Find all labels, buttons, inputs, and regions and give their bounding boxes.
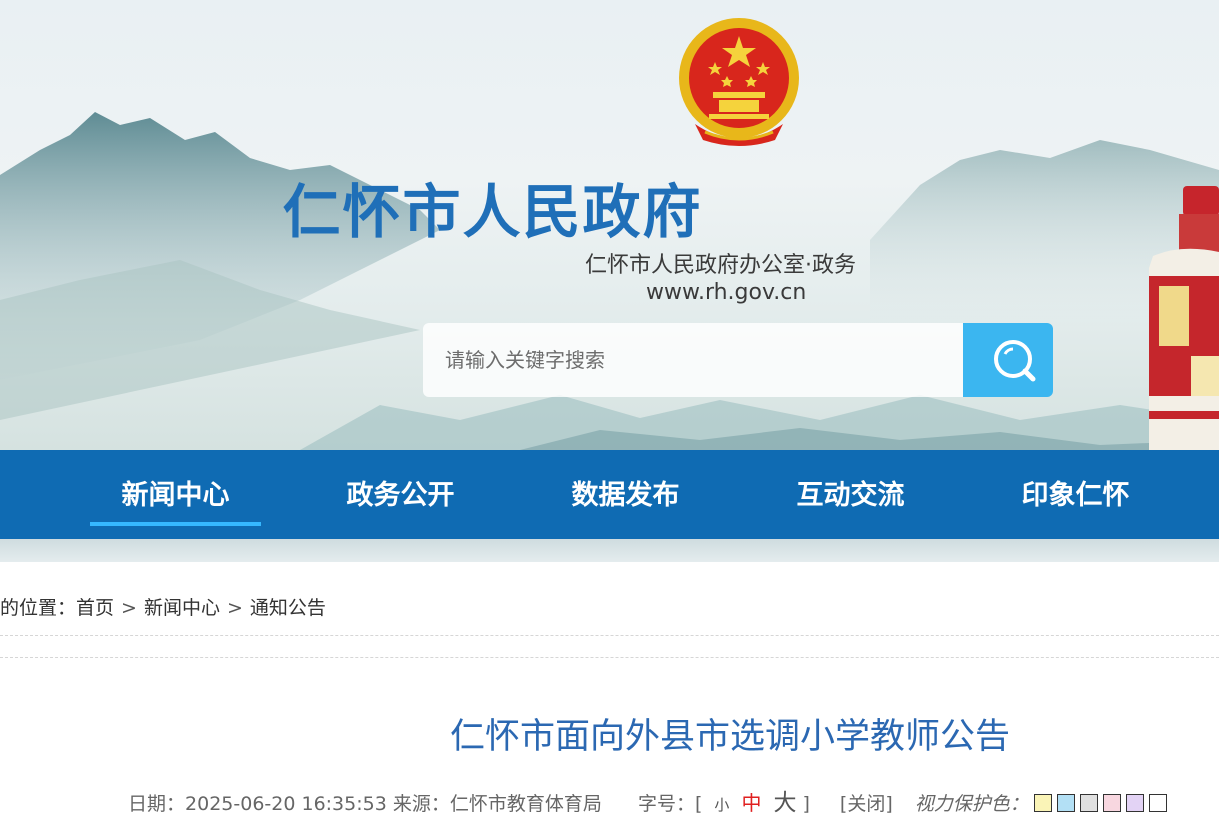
fontsize-label: 字号： [637,793,695,815]
source-label: 来源： [392,793,450,815]
nav-item-interaction[interactable]: 互动交流 [765,450,936,539]
eye-color-white-swatch[interactable] [1148,794,1167,812]
bracket-open: [ [694,793,703,815]
nav-active-indicator [90,522,261,526]
publish-date: 2025-06-20 16:35:53 [185,793,387,815]
search-icon [994,340,1036,382]
breadcrumb-notices[interactable]: 通知公告 [250,597,326,619]
font-size-large-button[interactable]: 大 [773,783,796,817]
site-url: www.rh.gov.cn [646,280,807,305]
eye-color-purple-swatch[interactable] [1125,794,1144,812]
breadcrumb-separator: > [226,597,243,619]
search-input[interactable] [423,323,963,397]
eye-color-yellow-swatch[interactable] [1033,794,1052,812]
liquor-bottle-image [1149,186,1219,450]
divider [0,635,1219,636]
font-size-medium-button[interactable]: 中 [741,787,761,816]
search-button[interactable] [963,323,1053,397]
font-size-small-button[interactable]: 小 [714,794,729,815]
eye-color-gray-swatch[interactable] [1079,794,1098,812]
nav-item-gov-affairs[interactable]: 政务公开 [315,450,486,539]
nav-item-impression[interactable]: 印象仁怀 [990,450,1161,539]
eye-color-blue-swatch[interactable] [1056,794,1075,812]
divider [0,657,1219,658]
article-meta: 日期：2025-06-20 16:35:53 来源：仁怀市教育体育局 字号：[ … [128,783,1167,817]
nav-bottom-strip [0,539,1219,562]
eye-color-pink-swatch[interactable] [1102,794,1121,812]
site-title: 仁怀市人民政府 [282,178,703,246]
article-title: 仁怀市面向外县市选调小学教师公告 [450,717,1011,757]
breadcrumb-prefix: 的位置： [0,597,77,619]
breadcrumb-home[interactable]: 首页 [76,597,114,619]
eye-protection-label: 视力保护色： [914,793,1029,815]
date-label: 日期： [128,793,186,815]
breadcrumb-news[interactable]: 新闻中心 [144,597,220,619]
national-emblem-icon [679,18,799,146]
breadcrumb-separator: > [121,597,137,619]
site-subtitle: 仁怀市人民政府办公室·政务 [585,253,856,278]
nav-item-data-release[interactable]: 数据发布 [540,450,711,539]
breadcrumb: 的位置：首页 > 新闻中心 > 通知公告 [0,593,326,620]
close-page-button[interactable]: [关闭] [840,789,893,816]
article-source: 仁怀市教育体育局 [449,793,602,815]
bracket-close: ] [802,793,810,815]
